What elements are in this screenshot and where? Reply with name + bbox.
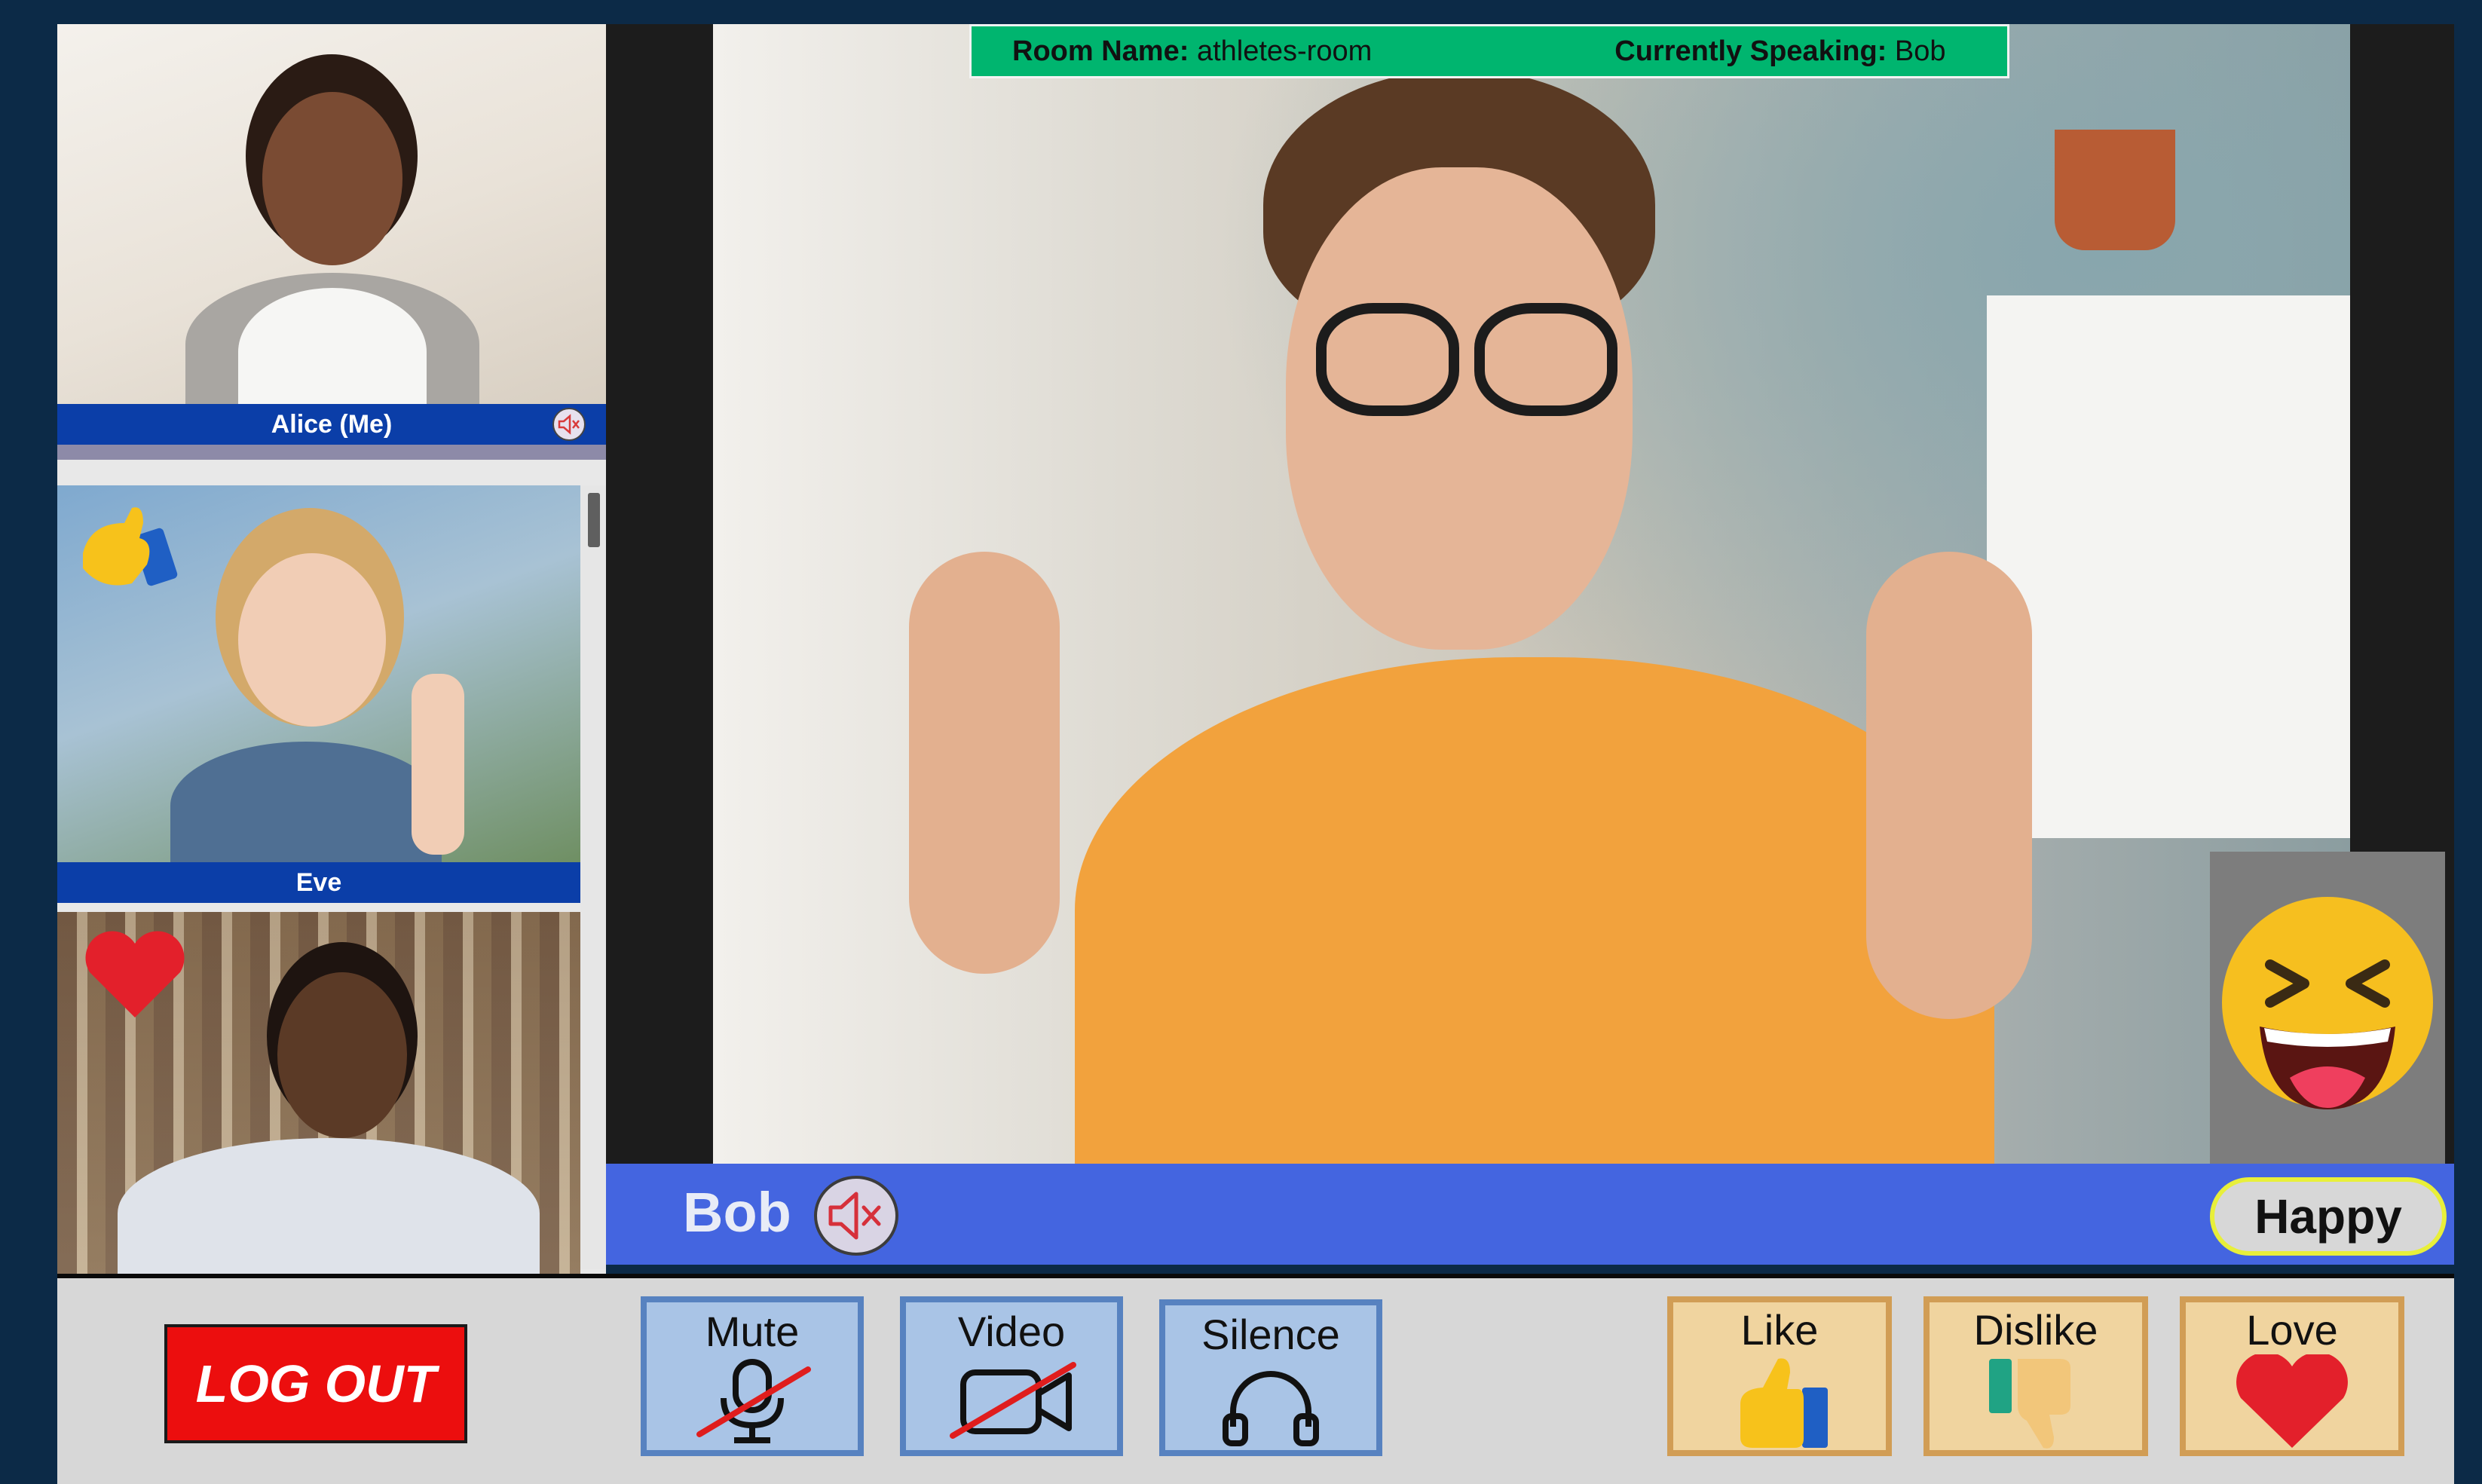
mute-button-label: Mute <box>705 1308 800 1355</box>
participant-video-alice <box>57 24 606 416</box>
love-button-label: Love <box>2246 1306 2338 1354</box>
thumbs-down-icon <box>1989 1359 2070 1449</box>
mood-badge: Happy <box>2210 1177 2447 1256</box>
mute-button[interactable]: Mute <box>641 1296 864 1456</box>
room-name: Room Name: athletes-room <box>1012 35 1373 67</box>
thumbs-up-icon <box>1740 1358 1828 1448</box>
heart-reaction-icon <box>78 927 191 1025</box>
participant-scrollbar-thumb[interactable] <box>588 493 600 547</box>
mute-status-icon <box>552 407 586 442</box>
silence-button[interactable]: Silence <box>1159 1299 1382 1456</box>
participant-scrollbar[interactable] <box>580 485 606 1269</box>
laughing-face-icon <box>2222 897 2433 1109</box>
participant-tile-3[interactable] <box>57 912 580 1274</box>
participant-tile-eve[interactable]: Eve <box>57 485 580 907</box>
speaker-name: Bob <box>683 1181 791 1244</box>
main-speaker-video <box>713 24 2350 1164</box>
video-button-label: Video <box>957 1308 1066 1355</box>
dislike-button[interactable]: Dislike <box>1923 1296 2148 1456</box>
like-button-label: Like <box>1740 1306 1819 1354</box>
dislike-button-label: Dislike <box>1973 1306 2098 1354</box>
microphone-off-icon <box>696 1359 811 1443</box>
participant-name-eve: Eve <box>57 862 580 903</box>
room-info-bar: Room Name: athletes-room Currently Speak… <box>969 24 2009 78</box>
like-button[interactable]: Like <box>1667 1296 1892 1456</box>
mood-emoji-panel <box>2210 852 2445 1164</box>
video-camera-off-icon <box>950 1362 1076 1439</box>
participant-tile-alice[interactable]: Alice (Me) <box>57 24 606 460</box>
video-button[interactable]: Video <box>900 1296 1123 1456</box>
thumbs-up-reaction-icon <box>68 500 181 598</box>
silence-button-label: Silence <box>1201 1311 1340 1358</box>
participant-list[interactable]: Alice (Me) Eve <box>57 24 606 1274</box>
participant-name-alice: Alice (Me) <box>57 404 606 445</box>
speaker-muted-icon <box>814 1176 898 1256</box>
logout-button[interactable]: LOG OUT <box>164 1324 467 1443</box>
heart-icon <box>2236 1354 2348 1448</box>
love-button[interactable]: Love <box>2180 1296 2404 1456</box>
current-speaker: Currently Speaking: Bob <box>1614 35 1946 67</box>
headphones-icon <box>1223 1371 1319 1446</box>
